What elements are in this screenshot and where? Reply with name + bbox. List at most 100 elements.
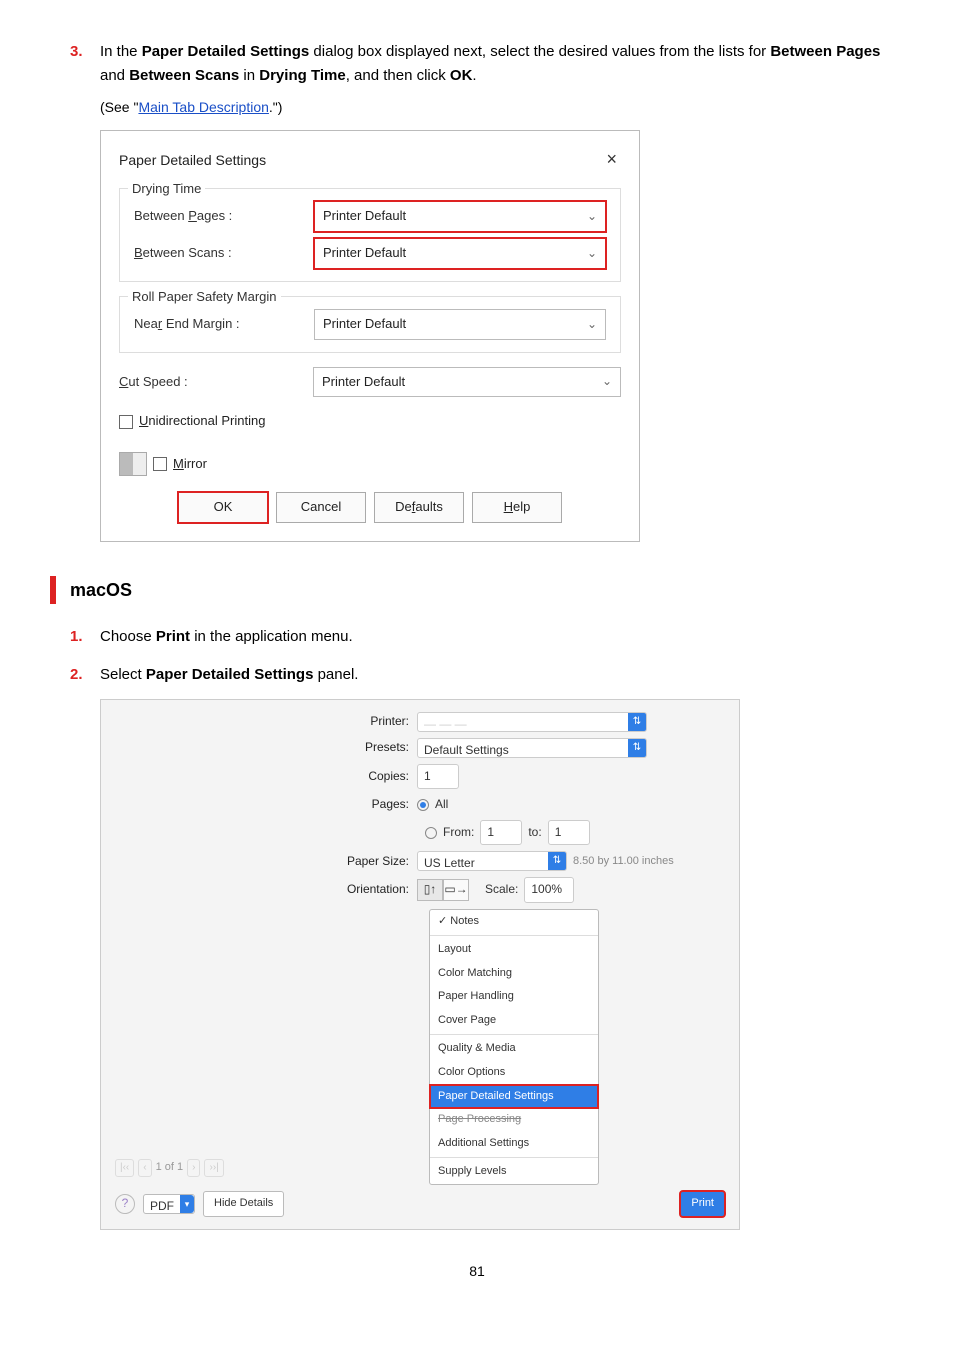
paper-detailed-settings-dialog: Paper Detailed Settings × Drying Time Be… [100,130,640,542]
unidirectional-checkbox[interactable] [119,415,133,429]
help-icon[interactable]: ? [115,1194,135,1214]
from-label: From: [443,823,474,842]
cancel-button[interactable]: Cancel [276,492,366,523]
orientation-landscape-button[interactable]: ▭→ [443,879,469,901]
paper-dimensions: 8.50 by 11.00 inches [573,853,674,871]
panel-option-quality-media[interactable]: Quality & Media [430,1037,598,1061]
panel-option-color-matching[interactable]: Color Matching [430,962,598,986]
paper-size-value: US Letter [418,852,548,870]
near-end-margin-select[interactable]: Printer Default ⌄ [314,309,606,340]
first-page-button[interactable]: |‹‹ [115,1159,134,1177]
t: ages : [197,208,232,223]
chevron-up-down-icon: ⇅ [628,713,646,731]
u: H [504,499,513,514]
close-icon[interactable]: × [602,145,621,174]
between-scans-select[interactable]: Printer Default ⌄ [314,238,606,269]
t: nidirectional Printing [148,413,265,428]
t: Between [134,208,188,223]
drying-time-group: Drying Time Between Pages : Printer Defa… [119,188,621,282]
last-page-button[interactable]: ››| [204,1159,223,1177]
step-1-text: Choose Print in the application menu. [100,625,884,649]
u: P [188,208,197,223]
printer-select[interactable]: — — — ⇅ [417,712,647,732]
next-page-button[interactable]: › [187,1159,200,1177]
panel-option-supply-levels[interactable]: Supply Levels [430,1160,598,1184]
panel-option-cover-page[interactable]: Cover Page [430,1009,598,1033]
printer-value: — — — [418,713,628,731]
see-post: .") [269,99,283,115]
u: B [134,245,143,260]
print-preview-pane: |‹‹ ‹ 1 of 1 › ››| [115,712,315,1185]
t: panel. [313,666,358,683]
panel-option-paper-handling[interactable]: Paper Handling [430,985,598,1009]
orientation-portrait-button[interactable]: ▯↑ [417,879,443,901]
t: Choose [100,628,156,645]
panel-option-paper-detailed-settings[interactable]: Paper Detailed Settings [430,1085,598,1109]
panel-option-notes[interactable]: Notes [430,910,598,934]
main-tab-description-link[interactable]: Main Tab Description [138,99,268,115]
pages-range-radio[interactable] [425,827,437,839]
chevron-down-icon: ⌄ [602,372,612,391]
pdf-label: PDF [144,1195,180,1213]
step-3: 3. In the Paper Detailed Settings dialog… [70,40,884,88]
defaults-button[interactable]: Defaults [374,492,464,523]
pages-all-radio[interactable] [417,799,429,811]
chevron-up-down-icon: ⇅ [628,739,646,757]
to-input[interactable]: 1 [548,820,590,845]
t: aults [415,499,442,514]
paper-size-select[interactable]: US Letter ⇅ [417,851,567,871]
page-number: 81 [70,1260,884,1282]
unidirectional-label: Unidirectional Printing [139,411,265,432]
prev-page-button[interactable]: ‹ [138,1159,151,1177]
t: etween Scans : [143,245,232,260]
mirror-checkbox[interactable] [153,457,167,471]
b: Print [156,628,190,645]
step-2-mac: 2. Select Paper Detailed Settings panel. [70,663,884,687]
panel-option-layout[interactable]: Layout [430,938,598,962]
cut-speed-select[interactable]: Printer Default ⌄ [313,367,621,398]
b: Between Pages [770,43,880,60]
scale-label: Scale: [485,880,518,899]
panel-option-page-processing[interactable]: Page Processing [430,1108,598,1132]
pdf-button[interactable]: PDF ▾ [143,1194,195,1214]
paper-size-label: Paper Size: [329,852,417,871]
copies-input[interactable]: 1 [417,764,459,789]
print-form: Printer: — — — ⇅ Presets: Default Settin… [329,712,725,1185]
t: and [100,67,129,84]
panel-options-dropdown: Notes Layout Color Matching Paper Handli… [429,909,599,1186]
roll-paper-safety-margin-group: Roll Paper Safety Margin Near End Margin… [119,296,621,353]
cut-speed-label: Cut Speed : [119,372,313,393]
presets-select[interactable]: Default Settings ⇅ [417,738,647,758]
panel-option-additional-settings[interactable]: Additional Settings [430,1132,598,1156]
macos-heading: macOS [70,576,132,605]
between-scans-label: Between Scans : [134,243,314,264]
drying-time-legend: Drying Time [128,179,205,200]
hide-details-button[interactable]: Hide Details [203,1191,284,1217]
b: Paper Detailed Settings [146,666,314,683]
step-2-number: 2. [70,663,100,687]
step-3-text: In the Paper Detailed Settings dialog bo… [100,40,884,88]
t: De [395,499,412,514]
t: irror [184,456,207,471]
chevron-down-icon: ⌄ [587,244,597,263]
near-end-margin-label: Near End Margin : [134,314,314,335]
step-2-text: Select Paper Detailed Settings panel. [100,663,884,687]
printer-label: Printer: [329,712,417,731]
from-input[interactable]: 1 [480,820,522,845]
see-pre: (See " [100,99,138,115]
t: in [239,67,259,84]
between-pages-label: Between Pages : [134,206,314,227]
step-1-mac: 1. Choose Print in the application menu. [70,625,884,649]
page-nav-text: 1 of 1 [156,1159,184,1177]
help-button[interactable]: Help [472,492,562,523]
between-pages-select[interactable]: Printer Default ⌄ [314,201,606,232]
ok-button[interactable]: OK [178,492,268,523]
scale-input[interactable]: 100% [524,877,574,902]
print-button[interactable]: Print [680,1191,725,1217]
mac-print-dialog: |‹‹ ‹ 1 of 1 › ››| Printer: — — — ⇅ Pres… [100,699,740,1230]
orientation-label: Orientation: [329,880,417,899]
u: U [139,413,148,428]
pages-all-label: All [435,795,448,814]
panel-option-color-options[interactable]: Color Options [430,1061,598,1085]
heading-accent-bar [50,576,56,604]
